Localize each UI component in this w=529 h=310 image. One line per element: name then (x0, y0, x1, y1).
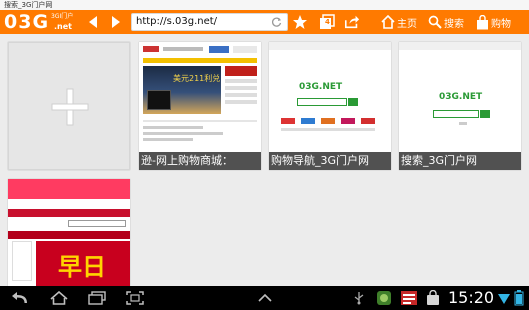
wifi-icon (498, 294, 510, 304)
share-icon (344, 15, 360, 29)
shopping-indicator (424, 290, 442, 306)
speed-dial-tile[interactable]: 早日 (8, 179, 130, 286)
screenshot-button[interactable] (124, 290, 146, 306)
home-label: 主页 (397, 18, 417, 30)
search-label: 搜索 (444, 18, 464, 30)
back-nav-button[interactable] (10, 290, 32, 306)
tile-thumbnail: 03G.NET (269, 42, 391, 152)
shopping-bag-icon (427, 290, 439, 305)
speed-dial-grid: 美元211利兑 逊-网上购物商城： 03G.NET 购物导航_3G门户网 03G… (0, 34, 529, 286)
forward-icon (112, 16, 120, 28)
screenshot-icon (126, 291, 144, 305)
logo[interactable]: 03G 3GI门户 .net (4, 11, 74, 33)
browser-toolbar: 03G 3GI门户 .net http://s.03g.net/ 4 主页 搜索… (0, 10, 529, 34)
battery-indicator (512, 290, 526, 306)
usb-icon (354, 292, 364, 305)
plus-icon (51, 88, 89, 126)
home-nav-button[interactable] (48, 290, 70, 306)
tab-count: 4 (325, 18, 330, 26)
android-app-icon (377, 291, 391, 305)
home-button[interactable]: 主页 (381, 14, 417, 30)
search-button[interactable]: 搜索 (428, 14, 464, 30)
status-bar-title: 搜索_3G门户网 (0, 0, 529, 10)
clock: 15:20 (448, 288, 495, 307)
logo-sub2: .net (54, 22, 72, 31)
speed-dial-tile[interactable]: 03G.NET 购物导航_3G门户网 (269, 42, 391, 170)
home-icon (381, 15, 395, 29)
recent-apps-icon (88, 291, 106, 305)
recent-apps-button[interactable] (86, 290, 108, 306)
tile-thumbnail: 早日 (8, 179, 130, 286)
app-notification-icon (401, 291, 417, 305)
logo-text: 03G (4, 11, 50, 33)
bookmark-button[interactable] (292, 14, 308, 30)
share-button[interactable] (344, 14, 360, 30)
android-app-indicator (376, 290, 392, 306)
forward-button[interactable] (108, 14, 124, 30)
search-icon (428, 15, 442, 29)
back-button[interactable] (85, 14, 101, 30)
tile-thumbnail: 03G.NET (399, 42, 521, 152)
chevron-up-icon (258, 293, 272, 302)
url-input[interactable]: http://s.03g.net/ (131, 13, 288, 31)
speed-dial-tile[interactable]: 美元211利兑 逊-网上购物商城： (139, 42, 261, 170)
star-icon (293, 15, 307, 29)
back-icon (89, 16, 97, 28)
tile-label: 逊-网上购物商城： (139, 152, 261, 170)
tile-thumbnail: 美元211利兑 (139, 42, 261, 152)
tile-site-logo: 03G.NET (299, 82, 343, 92)
tabs-button[interactable]: 4 (319, 14, 335, 30)
url-text: http://s.03g.net/ (136, 16, 218, 27)
add-tile[interactable] (8, 42, 130, 170)
shop-button[interactable]: 购物 (476, 14, 511, 30)
back-arrow-icon (12, 292, 27, 303)
home-outline-icon (50, 291, 68, 305)
menu-up-button[interactable] (254, 290, 276, 306)
reload-icon[interactable] (272, 17, 282, 27)
tile-site-logo: 03G.NET (439, 92, 483, 102)
wifi-indicator (498, 290, 510, 306)
tile-big-text: 早日 (58, 253, 106, 281)
system-nav-bar: 15:20 (0, 286, 529, 310)
battery-icon (514, 290, 524, 306)
tile-label: 搜索_3G门户网 (399, 152, 521, 170)
tile-banner-text: 美元211利兑 (173, 74, 221, 83)
logo-sub1: 3GI门户 (51, 13, 74, 20)
tile-label: 购物导航_3G门户网 (269, 152, 391, 170)
app-indicator (400, 290, 418, 306)
speed-dial-tile[interactable]: 03G.NET 搜索_3G门户网 (399, 42, 521, 170)
shop-label: 购物 (491, 18, 511, 30)
usb-indicator (352, 290, 366, 306)
shopping-bag-icon (477, 14, 488, 29)
